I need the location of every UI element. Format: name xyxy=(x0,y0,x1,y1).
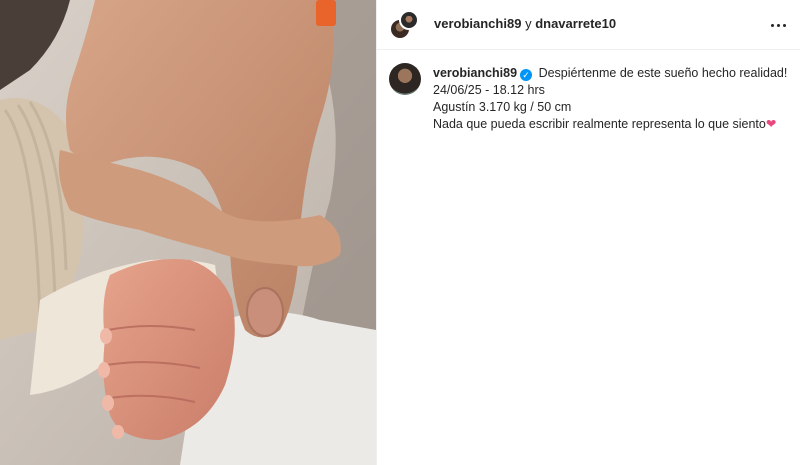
verified-badge-icon: ✓ xyxy=(520,69,533,81)
baby-hand-photo xyxy=(0,0,376,465)
username-link[interactable]: verobianchi89 xyxy=(434,16,521,31)
caption-line-1: Despiértenme de este sueño hecho realida… xyxy=(538,66,788,80)
caption-line-4: Nada que pueda escribir realmente repres… xyxy=(433,117,766,131)
post-header: verobianchi89 y dnavarrete10 xyxy=(377,0,800,50)
more-horizontal-icon[interactable] xyxy=(765,12,791,38)
instagram-post: verobianchi89 y dnavarrete10 verobianchi… xyxy=(0,0,800,465)
avatar[interactable] xyxy=(389,63,421,95)
collab-usernames: verobianchi89 y dnavarrete10 xyxy=(434,16,616,31)
avatar[interactable] xyxy=(399,10,419,30)
caption-username[interactable]: verobianchi89 xyxy=(433,66,517,80)
joiner-text: y xyxy=(525,16,532,31)
heart-icon: ❤ xyxy=(765,117,777,131)
username-link[interactable]: dnavarrete10 xyxy=(535,16,616,31)
post-photo[interactable] xyxy=(0,0,376,465)
caption-body: verobianchi89 ✓ Despiértenme de este sueñ… xyxy=(433,65,793,133)
post-side-panel: verobianchi89 y dnavarrete10 verobianchi… xyxy=(376,0,800,465)
caption-line-3: Agustín 3.170 kg / 50 cm xyxy=(433,100,572,114)
caption-line-2: 24/06/25 - 18.12 hrs xyxy=(433,83,545,97)
collab-avatars[interactable] xyxy=(389,10,419,40)
